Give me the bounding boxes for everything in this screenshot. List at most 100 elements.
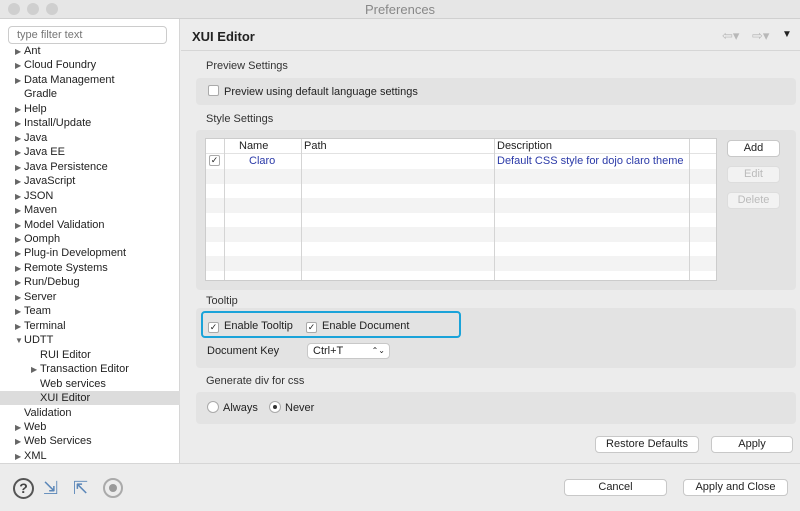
column-header-path[interactable]: Path [304, 140, 327, 152]
tree-item-label: Maven [24, 204, 58, 217]
never-radio[interactable]: Never [269, 401, 314, 414]
tree-item[interactable]: Gradle [0, 87, 180, 101]
chevron-right-icon[interactable]: ▶ [15, 146, 24, 160]
tree-item-label: Cloud Foundry [24, 59, 97, 72]
chevron-right-icon[interactable]: ▶ [15, 421, 24, 435]
help-icon[interactable]: ? [13, 478, 34, 499]
column-header-description[interactable]: Description [497, 140, 552, 152]
delete-button[interactable]: Delete [727, 192, 780, 209]
tree-item[interactable]: ▶ Java EE [0, 145, 180, 159]
restore-defaults-button[interactable]: Restore Defaults [595, 436, 699, 453]
always-radio[interactable]: Always [207, 401, 258, 414]
chevron-right-icon[interactable]: ▶ [15, 233, 24, 247]
chevron-right-icon[interactable]: ▶ [15, 262, 24, 276]
tree-item[interactable]: ▶ Remote Systems [0, 261, 180, 275]
minimize-window-button[interactable] [27, 3, 39, 15]
chevron-right-icon[interactable]: ▶ [15, 291, 24, 305]
page-title: XUI Editor [192, 29, 255, 44]
chevron-right-icon[interactable]: ▶ [15, 59, 24, 73]
tree-item[interactable]: ▶ Data Management [0, 73, 180, 87]
tree-item-label: RUI Editor [40, 348, 91, 361]
chevron-right-icon[interactable]: ▶ [15, 305, 24, 319]
chevron-right-icon[interactable]: ▶ [15, 204, 24, 218]
tree-item[interactable]: ▼UDTT [0, 333, 180, 347]
style-table[interactable]: Name Path Description ✓ Claro Default CS… [205, 138, 717, 281]
chevron-right-icon[interactable]: ▶ [15, 247, 24, 261]
tree-item[interactable]: ▶ Team [0, 304, 180, 318]
tree-item-label: UDTT [24, 334, 54, 347]
radio-circle[interactable] [207, 401, 219, 413]
preview-default-language-checkbox[interactable]: Preview using default language settings [208, 85, 418, 98]
tree-item[interactable]: ▶ Cloud Foundry [0, 58, 180, 72]
tree-item[interactable]: ▶ Oomph [0, 232, 180, 246]
chevron-right-icon[interactable]: ▶ [15, 190, 24, 204]
tree-item-label: Transaction Editor [40, 363, 129, 376]
import-icon[interactable]: ⇲ [43, 478, 58, 499]
edit-button[interactable]: Edit [727, 166, 780, 183]
tree-item[interactable]: ▶ Run/Debug [0, 275, 180, 289]
tree-item[interactable]: ▶ Transaction Editor [0, 362, 180, 376]
chevron-right-icon[interactable]: ▶ [15, 161, 24, 175]
view-menu-icon[interactable]: ▼ [782, 29, 792, 40]
column-header-name[interactable]: Name [239, 140, 268, 152]
tree-item[interactable]: XUI Editor [0, 391, 180, 406]
tree-item-label: Java [24, 131, 48, 144]
chevron-right-icon[interactable]: ▶ [15, 435, 24, 449]
chevron-right-icon[interactable]: ▶ [15, 132, 24, 146]
tree-item[interactable]: ▶ JSON [0, 189, 180, 203]
chevron-right-icon[interactable]: ▶ [15, 450, 24, 464]
tree-item[interactable]: ▶ Server [0, 290, 180, 304]
enable-document-checkbox[interactable]: ✓ Enable Document [306, 320, 409, 333]
checkbox-box[interactable]: ✓ [306, 322, 317, 333]
tree-item[interactable]: RUI Editor [0, 348, 180, 362]
chevron-right-icon[interactable]: ▶ [31, 363, 40, 377]
cancel-button[interactable]: Cancel [564, 479, 667, 496]
document-key-select[interactable]: Ctrl+T ⌃⌄ [307, 343, 390, 359]
generate-div-label: Generate div for css [206, 375, 305, 387]
chevron-right-icon[interactable]: ▶ [15, 103, 24, 117]
tree-item[interactable]: ▶ Java [0, 131, 180, 145]
row-checkbox[interactable]: ✓ [209, 155, 220, 166]
chevron-right-icon[interactable]: ▶ [15, 320, 24, 334]
add-button[interactable]: Add [727, 140, 780, 157]
tree-item[interactable]: ▶ Ant [0, 44, 180, 58]
tree-item[interactable]: ▶ XML [0, 449, 180, 463]
back-nav-icon[interactable]: ⇦▾ [722, 28, 739, 44]
tree-item[interactable]: ▶ Help [0, 102, 180, 116]
tree-item-label: Web services [40, 377, 106, 390]
empty-row [206, 271, 716, 281]
tree-item[interactable]: ▶ Java Persistence [0, 160, 180, 174]
tree-item[interactable]: ▶ Install/Update [0, 116, 180, 130]
export-icon[interactable]: ⇱ [73, 478, 88, 499]
chevron-down-icon[interactable]: ▼ [15, 334, 24, 348]
chevron-right-icon[interactable]: ▶ [15, 175, 24, 189]
tree-item[interactable]: Validation [0, 406, 180, 420]
tree-item[interactable]: ▶ Model Validation [0, 218, 180, 232]
tree-item-label: XUI Editor [40, 392, 91, 405]
record-icon[interactable] [103, 478, 123, 498]
chevron-right-icon[interactable]: ▶ [15, 45, 24, 59]
tree-item[interactable]: ▶ JavaScript [0, 174, 180, 188]
tree-item[interactable]: ▶ Terminal [0, 319, 180, 333]
chevron-right-icon[interactable]: ▶ [15, 74, 24, 88]
chevron-right-icon[interactable]: ▶ [15, 276, 24, 290]
empty-row [206, 169, 716, 184]
filter-input[interactable] [8, 26, 167, 44]
table-row[interactable]: ✓ Claro Default CSS style for dojo claro… [206, 154, 716, 169]
tree-item[interactable]: ▶ Plug-in Development [0, 246, 180, 260]
forward-nav-icon[interactable]: ⇨▾ [752, 28, 769, 44]
tree-item[interactable]: ▶ Maven [0, 203, 180, 217]
enable-tooltip-checkbox[interactable]: ✓ Enable Tooltip [208, 320, 293, 333]
apply-button[interactable]: Apply [711, 436, 793, 453]
close-window-button[interactable] [8, 3, 20, 15]
chevron-right-icon[interactable]: ▶ [15, 219, 24, 233]
apply-and-close-button[interactable]: Apply and Close [683, 479, 788, 496]
radio-circle[interactable] [269, 401, 281, 413]
checkbox-box[interactable]: ✓ [208, 322, 219, 333]
tree-item[interactable]: ▶ Web Services [0, 434, 180, 448]
checkbox-box[interactable] [208, 85, 219, 96]
zoom-window-button[interactable] [46, 3, 58, 15]
tree-item[interactable]: ▶ Web [0, 420, 180, 434]
chevron-right-icon[interactable]: ▶ [15, 117, 24, 131]
tree-item[interactable]: Web services [0, 377, 180, 391]
